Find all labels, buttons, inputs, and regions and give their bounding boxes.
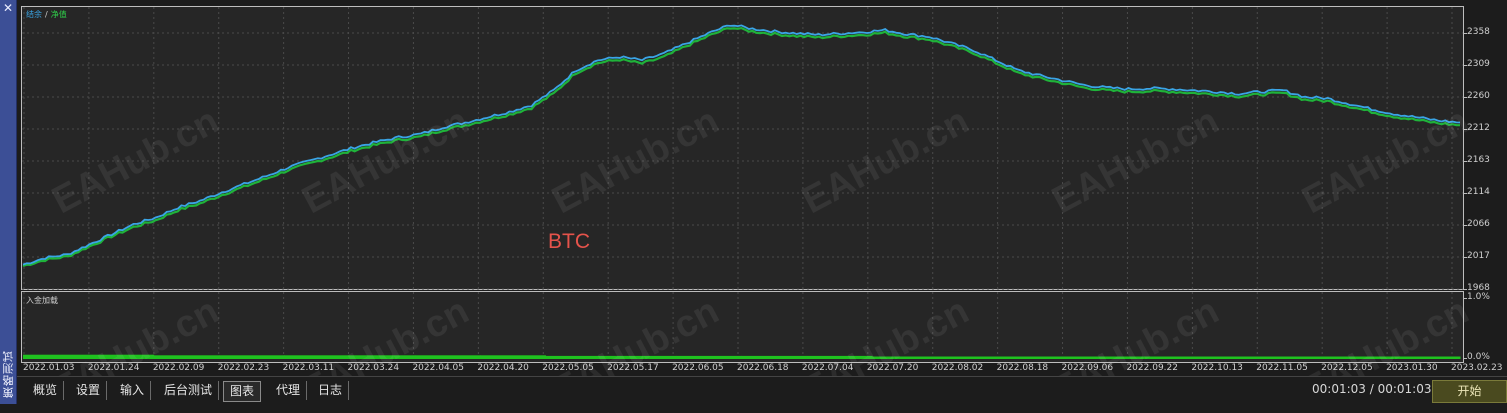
tab-4[interactable]: 图表 bbox=[223, 381, 262, 402]
deposit-load-bar bbox=[349, 355, 416, 359]
deposit-load-bar bbox=[414, 355, 481, 359]
series-line-balance bbox=[22, 24, 1461, 266]
deposit-load-bar bbox=[1068, 356, 1134, 359]
deposit-load-bar bbox=[480, 355, 546, 359]
tab-6[interactable]: 日志 bbox=[312, 381, 350, 400]
chart-plot-svg bbox=[22, 7, 1463, 362]
deposit-load-bar bbox=[88, 354, 155, 359]
bottom-tab-bar: 概览 设置 输入 后台测试 图表 代理 日志 bbox=[17, 376, 1507, 405]
deposit-load-bar bbox=[1133, 356, 1200, 359]
deposit-load-bar bbox=[937, 356, 1004, 359]
deposit-load-bar bbox=[1264, 356, 1330, 359]
tab-0[interactable]: 概览 bbox=[27, 381, 65, 400]
deposit-load-bar bbox=[806, 355, 873, 359]
deposit-load-bar bbox=[1198, 356, 1265, 359]
tab-2[interactable]: 输入 bbox=[114, 381, 152, 400]
tab-1[interactable]: 设置 bbox=[70, 381, 108, 400]
deposit-load-bar bbox=[153, 355, 220, 359]
chart-annotation: BTC bbox=[548, 230, 590, 253]
tab-3[interactable]: 后台测试 bbox=[158, 381, 220, 400]
grid-lines bbox=[22, 7, 1463, 362]
deposit-load-bar bbox=[872, 356, 938, 359]
deposit-load-bar bbox=[610, 355, 677, 359]
deposit-load-bar bbox=[1002, 356, 1069, 359]
deposit-load-bar bbox=[1394, 356, 1461, 359]
series-line-equity bbox=[22, 26, 1461, 267]
tab-5[interactable]: 代理 bbox=[270, 381, 308, 400]
deposit-load-bar bbox=[284, 355, 351, 359]
deposit-load-bar bbox=[219, 355, 285, 359]
deposit-load-bar bbox=[545, 355, 612, 359]
deposit-load-bar bbox=[23, 354, 89, 359]
deposit-load-bar bbox=[1329, 356, 1396, 359]
start-button[interactable]: 开始 bbox=[1432, 380, 1507, 403]
deposit-load-bar bbox=[676, 355, 742, 359]
elapsed-timer: 00:01:03 / 00:01:03 bbox=[1312, 382, 1432, 396]
deposit-load-bar bbox=[741, 355, 808, 359]
